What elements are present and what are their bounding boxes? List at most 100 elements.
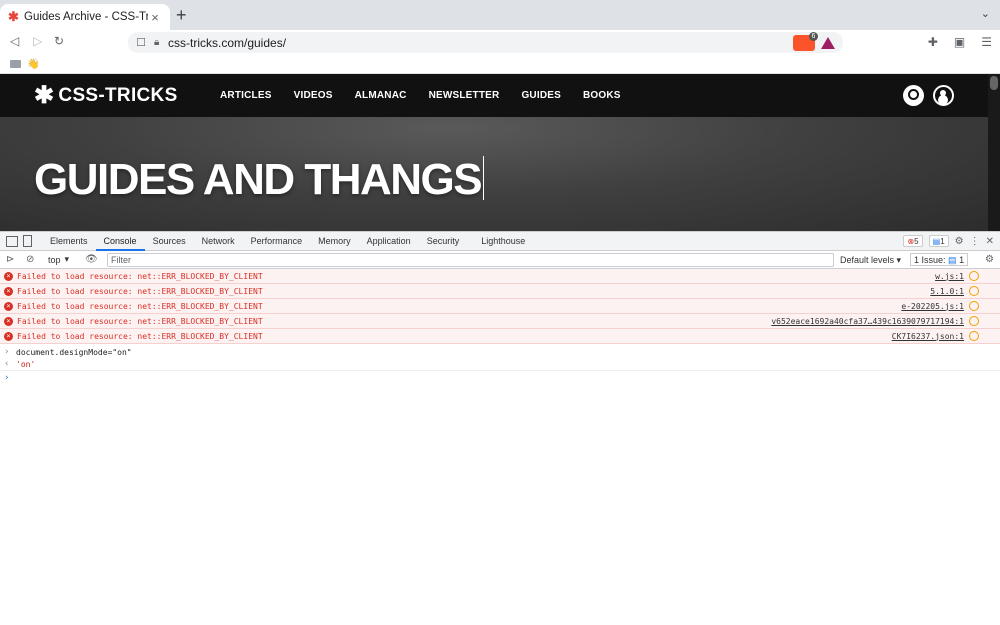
site-logo[interactable]: ✱ CSS-TRICKS (34, 81, 220, 109)
tab-close-icon[interactable]: × (148, 10, 162, 25)
nav-articles[interactable]: ARTICLES (220, 90, 272, 101)
search-icon[interactable] (903, 85, 924, 106)
extensions-icon[interactable]: ✚ (928, 35, 938, 49)
error-icon: × (4, 331, 13, 341)
error-source-link[interactable]: 5.1.0:1 (930, 287, 964, 296)
more-options-icon[interactable]: ⋮ (970, 236, 980, 247)
console-filter-input[interactable]: Filter (107, 253, 834, 267)
logo-text: CSS-TRICKS (58, 84, 178, 106)
console-error-row: × Failed to load resource: net::ERR_BLOC… (0, 284, 1000, 299)
tab-sources[interactable]: Sources (145, 232, 194, 251)
menu-icon[interactable]: ☰ (981, 35, 992, 49)
tab-title: Guides Archive - CSS-Tricks Ar (24, 11, 148, 23)
error-message: Failed to load resource: net::ERR_BLOCKE… (17, 316, 263, 326)
info-count-badge[interactable]: ▤1 (928, 235, 949, 247)
devtools-tabbar: Elements Console Sources Network Perform… (0, 232, 1000, 251)
tab-memory[interactable]: Memory (310, 232, 359, 251)
hero-banner: GUIDES AND THANGS (0, 117, 1000, 231)
nav-newsletter[interactable]: NEWSLETTER (429, 90, 500, 101)
page-scrollbar[interactable] (988, 74, 1000, 231)
error-source-link[interactable]: v652eace1692a40cfa37…439c1639079717194:1 (771, 317, 964, 326)
web-page: ✱ CSS-TRICKS ARTICLES VIDEOS ALMANAC NEW… (0, 74, 1000, 231)
tab-lighthouse[interactable]: Lighthouse (473, 232, 533, 251)
asterisk-logo-icon: ✱ (34, 81, 55, 109)
error-icon: × (4, 286, 13, 296)
new-tab-icon[interactable]: + (176, 5, 187, 26)
console-log: × Failed to load resource: net::ERR_BLOC… (0, 269, 1000, 384)
output-chevron-icon: ‹ (4, 359, 10, 369)
dropdown-arrow-icon: ▾ (64, 254, 70, 264)
browser-tab[interactable]: ✱ Guides Archive - CSS-Tricks Ar × (0, 4, 170, 30)
context-selector[interactable]: top ▾ (48, 254, 69, 265)
console-result-row: ‹ 'on' (0, 358, 1000, 370)
close-devtools-icon[interactable]: ✕ (986, 236, 994, 247)
error-source-link[interactable]: e-202205.js:1 (901, 302, 964, 311)
address-bar[interactable]: ☐ 🔒︎ css-tricks.com/guides/ 6 (128, 31, 843, 53)
lock-icon[interactable]: 🔒︎ (154, 37, 168, 48)
issue-icon: ▤ (948, 255, 957, 265)
error-count-badge[interactable]: ⊗5 (903, 235, 923, 247)
brave-shields-icon[interactable]: 6 (793, 31, 818, 51)
reload-icon[interactable]: ↻ (54, 34, 64, 48)
ignore-icon[interactable] (969, 331, 979, 341)
settings-gear-icon[interactable]: ⚙ (955, 236, 964, 247)
tab-network[interactable]: Network (194, 232, 243, 251)
live-expression-eye-icon[interactable]: 👁︎ (85, 254, 98, 265)
issues-button[interactable]: 1 Issue: ▤ 1 (910, 253, 969, 266)
error-icon: × (4, 301, 13, 311)
input-chevron-icon: › (4, 347, 10, 357)
console-toolbar: ⊳ ⊘ top ▾ 👁︎ Filter Default levels ▾ 1 Is… (0, 251, 1000, 269)
inspect-element-icon[interactable] (6, 235, 18, 247)
error-icon: × (4, 271, 13, 281)
folder-icon[interactable] (10, 60, 21, 68)
error-source-link[interactable]: CK7I6237.json:1 (892, 332, 964, 341)
error-message: Failed to load resource: net::ERR_BLOCKE… (17, 271, 263, 281)
ignore-icon[interactable] (969, 316, 979, 326)
device-toolbar-icon[interactable] (23, 235, 32, 247)
wallet-icon[interactable]: ▣ (954, 35, 965, 49)
error-source-link[interactable]: w.js:1 (935, 272, 964, 281)
console-prompt[interactable]: › (0, 370, 1000, 384)
browser-toolbar: ◁ ▷ ↻ ☐ 🔒︎ css-tricks.com/guides/ 6 ✚ ▣ … (0, 30, 1000, 55)
ignore-icon[interactable] (969, 271, 979, 281)
wave-icon[interactable]: 👋 (27, 59, 39, 70)
text-caret (483, 156, 485, 200)
tab-elements[interactable]: Elements (42, 232, 96, 251)
nav-books[interactable]: BOOKS (583, 90, 621, 101)
console-command-row: › document.designMode="on" (0, 346, 1000, 358)
nav-almanac[interactable]: ALMANAC (355, 90, 407, 101)
console-settings-icon[interactable]: ⚙ (985, 254, 994, 265)
console-error-row: × Failed to load resource: net::ERR_BLOC… (0, 269, 1000, 284)
sidebar-toggle-icon[interactable]: ⊳ (6, 254, 14, 265)
console-error-row: × Failed to load resource: net::ERR_BLOC… (0, 314, 1000, 329)
console-error-row: × Failed to load resource: net::ERR_BLOC… (0, 299, 1000, 314)
brave-rewards-icon[interactable] (821, 36, 835, 49)
forward-icon[interactable]: ▷ (33, 34, 42, 48)
result-text: 'on' (16, 359, 36, 369)
page-title[interactable]: GUIDES AND THANGS (34, 155, 485, 205)
tab-search-chevron-icon[interactable]: ⌄ (981, 7, 990, 20)
error-message: Failed to load resource: net::ERR_BLOCKE… (17, 286, 263, 296)
url-text[interactable]: css-tricks.com/guides/ (168, 36, 793, 50)
scrollbar-thumb[interactable] (990, 76, 998, 90)
tab-application[interactable]: Application (359, 232, 419, 251)
site-header: ✱ CSS-TRICKS ARTICLES VIDEOS ALMANAC NEW… (0, 74, 1000, 117)
user-icon[interactable] (933, 85, 954, 106)
clear-console-icon[interactable]: ⊘ (26, 254, 34, 265)
bookmark-icon[interactable]: ☐ (128, 36, 154, 49)
tab-performance[interactable]: Performance (243, 232, 311, 251)
browser-tab-strip: ✱ Guides Archive - CSS-Tricks Ar × + ⌄ (0, 0, 1000, 30)
nav-guides[interactable]: GUIDES (521, 90, 561, 101)
tab-security[interactable]: Security (419, 232, 468, 251)
css-tricks-favicon-icon: ✱ (8, 9, 19, 24)
ignore-icon[interactable] (969, 301, 979, 311)
log-levels-dropdown[interactable]: Default levels ▾ (840, 255, 901, 266)
bookmarks-bar: 👋 (0, 55, 1000, 74)
devtools-panel: Elements Console Sources Network Perform… (0, 231, 1000, 625)
ignore-icon[interactable] (969, 286, 979, 296)
back-icon[interactable]: ◁ (10, 34, 19, 48)
tab-console[interactable]: Console (95, 232, 145, 251)
brave-shields-count: 6 (809, 31, 818, 41)
command-text: document.designMode="on" (16, 347, 132, 357)
nav-videos[interactable]: VIDEOS (294, 90, 333, 101)
